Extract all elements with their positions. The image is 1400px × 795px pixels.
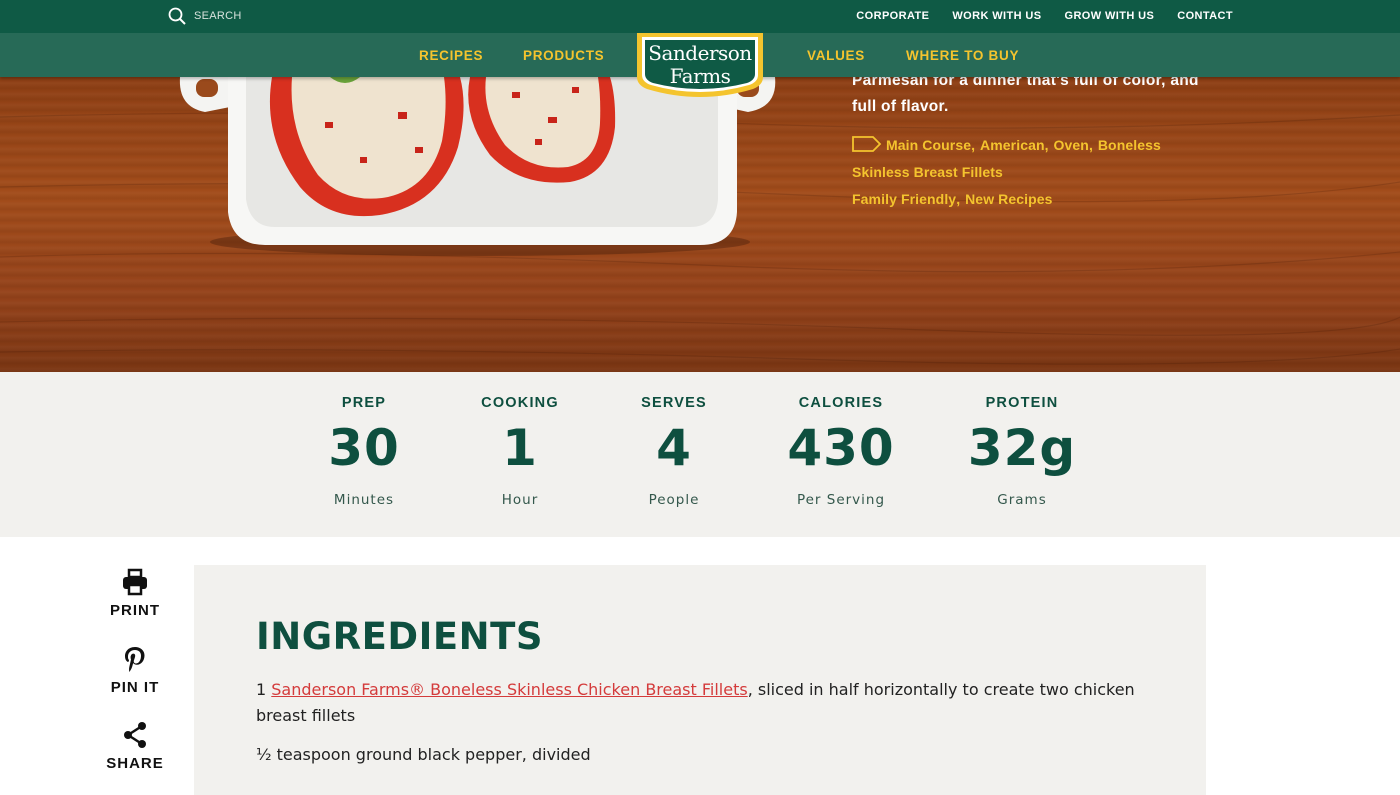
tag-icon — [852, 136, 882, 153]
search-label: SEARCH — [194, 10, 242, 22]
util-link-work-with-us[interactable]: WORK WITH US — [952, 10, 1041, 22]
ingredient-item: ¹⁄₂ teaspoon ground black pepper, divide… — [256, 745, 591, 764]
brand-logo[interactable]: Sanderson Farms — [635, 33, 765, 99]
logo-text-line1: Sanderson — [648, 41, 752, 65]
hero-section: Parmesan for a dinner that's full of col… — [0, 77, 1400, 372]
stat-label: CALORIES — [798, 395, 884, 411]
pin-it-label: PIN IT — [110, 679, 160, 696]
stat-label: COOKING — [481, 395, 559, 411]
print-button[interactable]: PRINT — [100, 568, 170, 619]
print-icon — [123, 568, 147, 596]
recipe-stats: PREP 30 Minutes COOKING 1 Hour SERVES 4 … — [0, 372, 1400, 537]
search-icon — [168, 7, 186, 25]
tag-link[interactable]: American — [980, 137, 1045, 153]
stat-unit: People — [648, 492, 700, 508]
tag-link[interactable]: Main Course — [886, 137, 971, 153]
share-label: SHARE — [106, 755, 164, 772]
share-icon — [124, 722, 146, 748]
pinterest-icon — [125, 647, 145, 672]
tag-link[interactable]: New Recipes — [965, 191, 1052, 207]
stat-unit: Hour — [501, 492, 539, 508]
ingredient-product-link[interactable]: Sanderson Farms® Boneless Skinless Chick… — [271, 680, 747, 699]
stat-cooking: COOKING 1 Hour — [440, 372, 600, 508]
stat-label: PREP — [341, 395, 387, 411]
stat-value: 430 — [787, 419, 895, 477]
ingredient-qty: 1 — [256, 680, 272, 699]
ingredients-panel: INGREDIENTS 1 Sanderson Farms® Boneless … — [194, 565, 1206, 795]
stat-serves: SERVES 4 People — [594, 372, 754, 508]
stat-value: 30 — [328, 419, 400, 477]
share-button[interactable]: SHARE — [100, 721, 170, 772]
ingredient-item: 1 Sanderson Farms® Boneless Skinless Chi… — [256, 677, 1156, 729]
stat-value: 1 — [502, 419, 538, 477]
util-link-grow-with-us[interactable]: GROW WITH US — [1065, 10, 1155, 22]
nav-where-to-buy[interactable]: WHERE TO BUY — [906, 48, 1019, 63]
stat-value: 32g — [967, 419, 1077, 477]
stat-unit: Per Serving — [796, 492, 886, 508]
search-trigger[interactable]: SEARCH — [168, 7, 242, 25]
nav-values[interactable]: VALUES — [807, 48, 865, 63]
ingredients-title: INGREDIENTS — [256, 615, 543, 658]
stat-value: 4 — [656, 419, 692, 477]
util-link-corporate[interactable]: CORPORATE — [856, 10, 929, 22]
stat-prep: PREP 30 Minutes — [284, 372, 444, 508]
stat-unit: Grams — [997, 492, 1047, 508]
nav-recipes[interactable]: RECIPES — [419, 48, 483, 63]
stat-unit: Minutes — [333, 492, 395, 508]
utility-bar: SEARCH CORPORATE WORK WITH US GROW WITH … — [0, 0, 1400, 33]
nav-products[interactable]: PRODUCTS — [523, 48, 604, 63]
recipe-photo — [0, 77, 1400, 365]
pin-it-button[interactable]: PIN IT — [100, 645, 170, 696]
utility-links: CORPORATE WORK WITH US GROW WITH US CONT… — [856, 10, 1233, 22]
stat-protein: PROTEIN 32g Grams — [942, 372, 1102, 508]
recipe-tags: Main Course, American, Oven, Boneless Skinl… — [852, 136, 1161, 207]
stat-calories: CALORIES 430 Per Serving — [761, 372, 921, 508]
print-label: PRINT — [110, 602, 160, 619]
recipe-description: Parmesan for a dinner that's full of col… — [852, 77, 1199, 115]
tag-link[interactable]: Family Friendly — [852, 191, 956, 207]
util-link-contact[interactable]: CONTACT — [1177, 10, 1233, 22]
logo-text-line2: Farms — [669, 64, 731, 88]
stat-label: SERVES — [641, 395, 707, 411]
stat-label: PROTEIN — [985, 395, 1059, 411]
tag-link[interactable]: Oven — [1054, 137, 1089, 153]
